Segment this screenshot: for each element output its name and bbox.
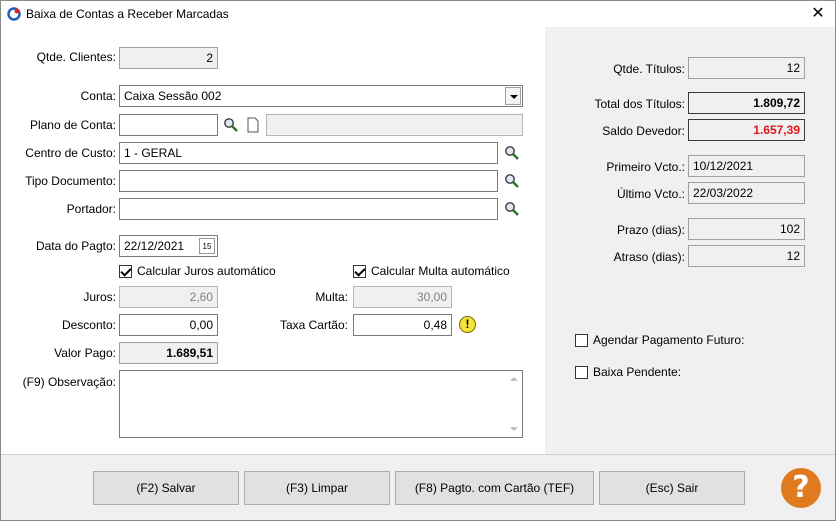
saldo-devedor-label: Saldo Devedor: [602, 124, 685, 138]
search-icon[interactable] [504, 145, 520, 161]
ultimo-vcto-field: 22/03/2022 [688, 182, 805, 204]
valor-pago-field: 1.689,51 [119, 342, 218, 364]
sair-button[interactable]: (Esc) Sair [599, 471, 745, 505]
multa-label: Multa: [315, 290, 348, 304]
total-titulos-label: Total dos Títulos: [594, 97, 686, 111]
pagto-cartao-button[interactable]: (F8) Pagto. com Cartão (TEF) [395, 471, 594, 505]
atraso-field: 12 [688, 245, 805, 267]
juros-label: Juros: [83, 290, 116, 304]
tipo-documento-label: Tipo Documento: [25, 174, 116, 188]
desconto-label: Desconto: [61, 318, 116, 332]
salvar-button[interactable]: (F2) Salvar [93, 471, 239, 505]
ultimo-vcto-label: Último Vcto.: [616, 187, 685, 201]
desconto-input[interactable]: 0,00 [119, 314, 218, 336]
warning-icon[interactable]: ! [459, 316, 476, 333]
conta-value: Caixa Sessão 002 [124, 89, 222, 103]
plano-conta-input[interactable] [119, 114, 218, 136]
calc-juros-checkbox[interactable] [119, 265, 132, 278]
qtde-clientes-field: 2 [119, 47, 218, 69]
baixa-pendente-label[interactable]: Baixa Pendente: [593, 365, 681, 379]
observacao-textarea[interactable] [119, 370, 523, 438]
document-icon[interactable] [246, 117, 260, 133]
atraso-label: Atraso (dias): [613, 250, 685, 264]
scroll-up-icon[interactable] [510, 377, 518, 381]
juros-field: 2,60 [119, 286, 218, 308]
multa-field: 30,00 [353, 286, 452, 308]
portador-input[interactable] [119, 198, 498, 220]
calc-multa-label[interactable]: Calcular Multa automático [371, 264, 510, 278]
prazo-field: 102 [688, 218, 805, 240]
data-pagto-input[interactable]: 22/12/2021 15 [119, 235, 218, 257]
close-button[interactable]: ✕ [801, 1, 835, 27]
title-bar: Baixa de Contas a Receber Marcadas ✕ [1, 1, 835, 27]
search-icon[interactable] [223, 117, 239, 133]
plano-conta-description [266, 114, 523, 136]
saldo-devedor-field: 1.657,39 [688, 119, 805, 141]
help-icon[interactable]: ? [781, 468, 821, 508]
baixa-pendente-checkbox[interactable] [575, 366, 588, 379]
tipo-documento-input[interactable] [119, 170, 498, 192]
button-bar: (F2) Salvar (F3) Limpar (F8) Pagto. com … [1, 454, 835, 520]
primeiro-vcto-label: Primeiro Vcto.: [606, 160, 685, 174]
agendar-label[interactable]: Agendar Pagamento Futuro: [593, 333, 744, 347]
portador-label: Portador: [66, 202, 116, 216]
observacao-label: (F9) Observação: [22, 375, 116, 389]
chevron-down-icon[interactable] [505, 87, 521, 105]
scroll-down-icon[interactable] [510, 427, 518, 431]
centro-custo-label: Centro de Custo: [25, 146, 116, 160]
calc-multa-checkbox[interactable] [353, 265, 366, 278]
taxa-cartao-label: Taxa Cartão: [279, 318, 348, 332]
taxa-cartao-input[interactable]: 0,48 [353, 314, 452, 336]
main-form-panel: Qtde. Clientes: 2 Conta: Caixa Sessão 00… [1, 27, 545, 454]
conta-select[interactable]: Caixa Sessão 002 [119, 85, 523, 107]
agendar-checkbox[interactable] [575, 334, 588, 347]
app-icon [7, 7, 21, 21]
conta-label: Conta: [80, 89, 116, 103]
dialog-window: Baixa de Contas a Receber Marcadas ✕ Qtd… [0, 0, 836, 521]
data-pagto-value: 22/12/2021 [124, 239, 185, 253]
limpar-button[interactable]: (F3) Limpar [244, 471, 390, 505]
centro-custo-input[interactable]: 1 - GERAL [119, 142, 498, 164]
data-pagto-label: Data do Pagto: [35, 239, 116, 253]
search-icon[interactable] [504, 173, 520, 189]
observacao-scrollbar[interactable] [505, 371, 522, 437]
qtde-titulos-field: 12 [688, 57, 805, 79]
calendar-icon[interactable]: 15 [199, 238, 215, 254]
summary-panel: Qtde. Títulos: 12 Total dos Títulos: 1.8… [545, 27, 835, 454]
search-icon[interactable] [504, 201, 520, 217]
prazo-label: Prazo (dias): [616, 223, 685, 237]
plano-conta-label: Plano de Conta: [29, 118, 116, 132]
observacao-value [120, 371, 522, 375]
calc-juros-label[interactable]: Calcular Juros automático [137, 264, 276, 278]
qtde-titulos-label: Qtde. Títulos: [613, 62, 685, 76]
window-title: Baixa de Contas a Receber Marcadas [26, 7, 229, 21]
primeiro-vcto-field: 10/12/2021 [688, 155, 805, 177]
total-titulos-field: 1.809,72 [688, 92, 805, 114]
valor-pago-label: Valor Pago: [54, 346, 116, 360]
qtde-clientes-label: Qtde. Clientes: [36, 50, 116, 64]
